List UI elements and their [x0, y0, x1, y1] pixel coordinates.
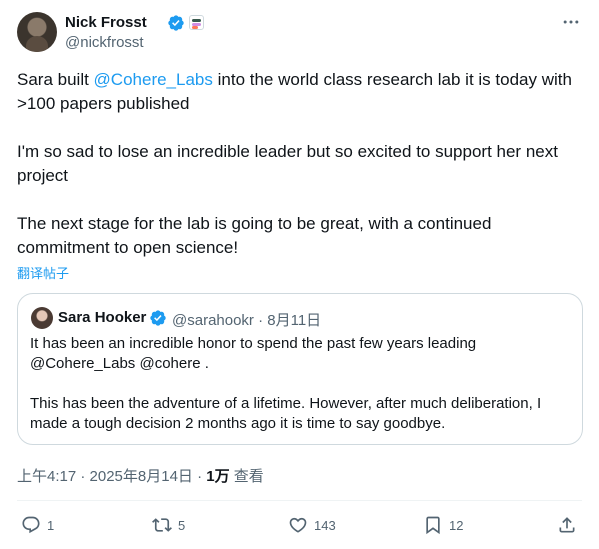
author-handle[interactable]: @nickfrosst — [65, 34, 144, 51]
quoted-post[interactable]: Sara Hooker @sarahookr · 8月11日 It has be… — [17, 293, 583, 445]
author-avatar[interactable] — [17, 12, 57, 52]
post-text-segment: Sara built — [17, 70, 94, 89]
verified-badge-icon — [168, 15, 184, 31]
verified-badge-icon — [150, 310, 166, 326]
bookmark-icon — [426, 516, 440, 535]
post-paragraph-1: Sara built @Cohere_Labs into the world c… — [17, 68, 587, 116]
reply-icon — [22, 516, 40, 534]
reply-count: 1 — [47, 517, 55, 533]
author-name[interactable]: Nick Frosst — [65, 14, 147, 31]
share-button[interactable] — [557, 512, 577, 538]
affiliation-badge-icon[interactable] — [189, 15, 204, 30]
post-time[interactable]: 上午4:17 · 2025年8月14日 · — [17, 468, 206, 485]
translate-post-link[interactable]: 翻译帖子 — [17, 263, 69, 282]
post-text: Sara built @Cohere_Labs into the world c… — [17, 68, 587, 260]
repost-count: 5 — [178, 517, 186, 533]
bookmark-button[interactable]: 12 — [423, 512, 463, 538]
post-timestamp: 上午4:17 · 2025年8月14日 · 1万 查看 — [17, 465, 264, 486]
view-label: 查看 — [229, 468, 264, 485]
quoted-author-name[interactable]: Sara Hooker — [58, 309, 146, 326]
like-count: 143 — [314, 517, 336, 533]
more-options-icon[interactable] — [560, 12, 582, 34]
quoted-author-meta[interactable]: @sarahookr · 8月11日 — [172, 309, 321, 330]
post-paragraph-2: I'm so sad to lose an incredible leader … — [17, 142, 558, 185]
view-count: 1万 — [206, 468, 230, 485]
action-bar: 1 5 143 12 — [17, 512, 582, 538]
mention-link[interactable]: @Cohere_Labs — [94, 70, 213, 89]
quoted-author-avatar[interactable] — [31, 307, 53, 329]
share-icon — [559, 517, 575, 533]
like-button[interactable]: 143 — [288, 512, 336, 538]
quoted-paragraph-2: This has been the adventure of a lifetim… — [30, 395, 542, 432]
quoted-paragraph-1: It has been an incredible honor to spend… — [30, 335, 477, 372]
post-header: Nick Frosst @nickfrosst — [17, 12, 582, 54]
heart-icon — [289, 517, 307, 533]
quoted-post-text: It has been an incredible honor to spend… — [30, 334, 570, 434]
repost-button[interactable]: 5 — [152, 512, 185, 538]
repost-icon — [152, 518, 172, 532]
post-paragraph-3: The next stage for the lab is going to b… — [17, 214, 492, 257]
reply-button[interactable]: 1 — [21, 512, 54, 538]
bookmark-count: 12 — [449, 517, 464, 533]
divider — [17, 500, 582, 501]
